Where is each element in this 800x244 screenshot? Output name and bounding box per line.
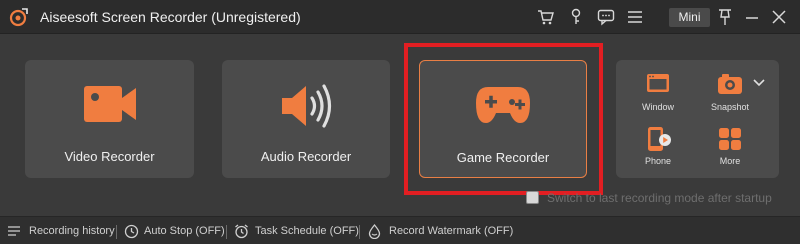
close-icon[interactable] xyxy=(770,8,788,26)
video-recorder-label: Video Recorder xyxy=(64,149,155,164)
audio-recorder-card[interactable]: Audio Recorder xyxy=(222,60,390,178)
cart-icon[interactable] xyxy=(537,8,555,26)
chevron-down-icon[interactable] xyxy=(752,78,766,88)
divider xyxy=(226,225,227,239)
snapshot-label: Snapshot xyxy=(710,102,750,112)
camera-icon xyxy=(718,74,742,94)
phone-icon xyxy=(648,127,671,151)
feedback-icon[interactable] xyxy=(597,8,615,26)
more-label: More xyxy=(719,156,741,166)
bottom-bar: Recording history Auto Stop (OFF) Task S… xyxy=(0,216,800,244)
video-recorder-card[interactable]: Video Recorder xyxy=(25,60,194,178)
record-watermark-label: Record Watermark (OFF) xyxy=(389,225,514,237)
divider xyxy=(116,225,117,239)
minimize-icon[interactable] xyxy=(743,8,761,26)
divider xyxy=(359,225,360,239)
grid-icon xyxy=(719,128,741,150)
speaker-icon xyxy=(282,84,332,128)
alarm-clock-icon xyxy=(235,224,248,239)
more-tool[interactable]: More xyxy=(694,126,766,170)
phone-label: Phone xyxy=(644,156,672,166)
switch-mode-label: Switch to last recording mode after star… xyxy=(547,191,772,205)
clock-icon xyxy=(124,224,139,239)
switch-mode-checkbox[interactable] xyxy=(526,191,539,204)
recording-history-label: Recording history xyxy=(29,225,115,237)
recording-history-button[interactable]: Recording history xyxy=(7,224,115,240)
list-icon xyxy=(8,226,20,236)
highlight-box xyxy=(404,43,603,195)
title-bar: Aiseesoft Screen Recorder (Unregistered)… xyxy=(0,0,800,34)
mini-button[interactable]: Mini xyxy=(669,8,710,27)
watermark-icon xyxy=(368,224,381,239)
camcorder-icon xyxy=(83,86,136,122)
auto-stop-label: Auto Stop (OFF) xyxy=(144,225,225,237)
auto-stop-button[interactable]: Auto Stop (OFF) xyxy=(124,224,225,240)
record-watermark-button[interactable]: Record Watermark (OFF) xyxy=(367,224,514,240)
pin-icon[interactable] xyxy=(716,8,734,26)
app-logo-icon xyxy=(9,8,28,27)
task-schedule-button[interactable]: Task Schedule (OFF) xyxy=(234,224,359,240)
window-tool[interactable]: Window xyxy=(622,72,694,116)
window-label: Window xyxy=(641,102,674,112)
app-title: Aiseesoft Screen Recorder (Unregistered) xyxy=(40,9,301,25)
menu-icon[interactable] xyxy=(626,8,644,26)
audio-recorder-label: Audio Recorder xyxy=(260,149,352,164)
key-icon[interactable] xyxy=(567,8,585,26)
phone-tool[interactable]: Phone xyxy=(622,126,694,170)
window-icon xyxy=(647,74,669,92)
task-schedule-label: Task Schedule (OFF) xyxy=(255,225,359,237)
